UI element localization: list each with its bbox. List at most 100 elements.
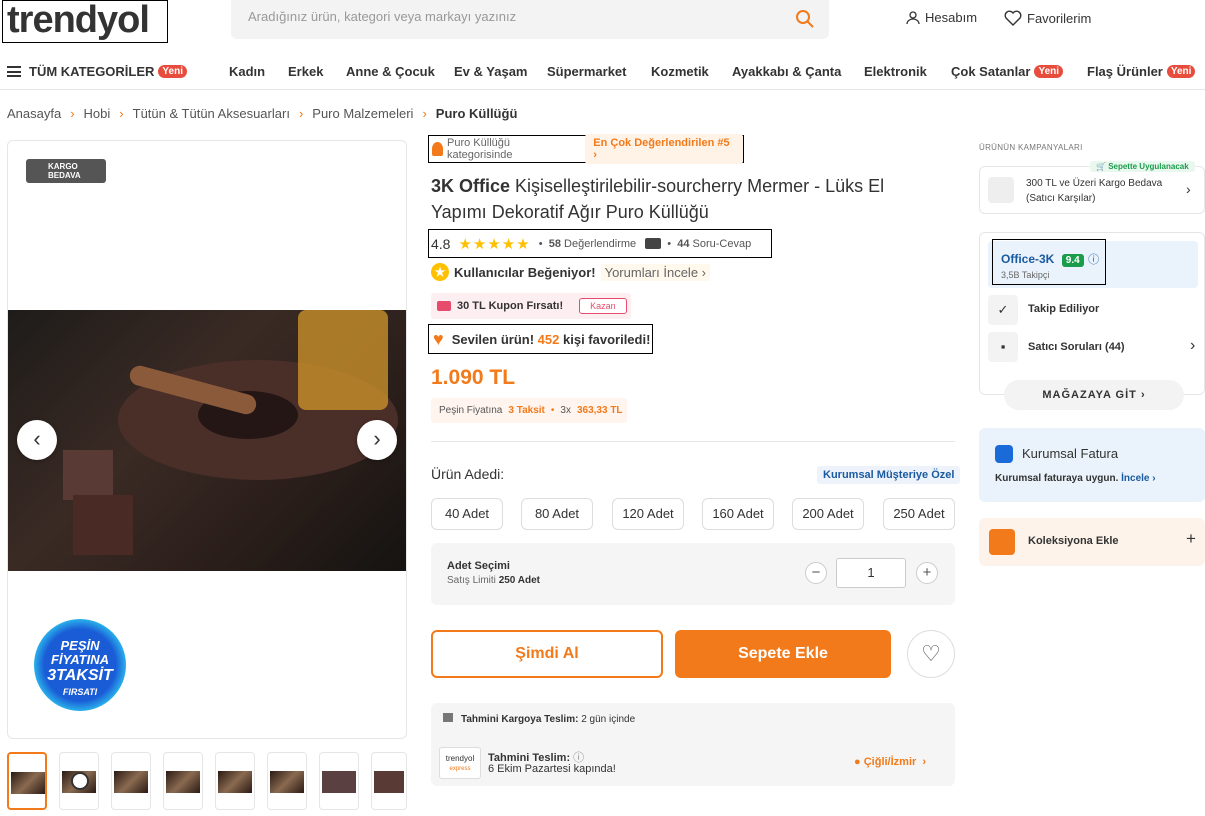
nav-item-ev-yasam[interactable]: Ev & Yaşam	[454, 64, 527, 79]
star-badge-icon: ★	[431, 263, 449, 281]
product-image[interactable]	[8, 310, 406, 571]
thumbnail[interactable]	[215, 752, 255, 810]
thumbnail-strip	[7, 752, 407, 810]
campaign-line: 3TAKSİT	[47, 667, 113, 684]
search-icon[interactable]	[795, 9, 815, 29]
prev-image-button[interactable]: ‹	[17, 420, 57, 460]
breadcrumb-item[interactable]: Anasayfa	[7, 106, 61, 121]
quantity-option[interactable]: 250 Adet	[883, 498, 955, 530]
breadcrumb-item[interactable]: Hobi	[84, 106, 111, 121]
category-rank: En Çok Değerlendirilen #5 ›	[585, 134, 743, 164]
product-price: 1.090 TL	[431, 366, 516, 389]
add-to-collection-card[interactable]: Koleksiyona Ekle +	[979, 518, 1205, 566]
cargo-value: 2 gün içinde	[581, 714, 636, 725]
brand-name[interactable]: 3K Office	[431, 176, 510, 196]
installment-label: Peşin Fiyatına	[439, 405, 503, 416]
rating-summary: 4.8 ★★★★★ • 58 Değerlendirme • 44 Soru-C…	[428, 229, 772, 258]
buy-now-button[interactable]: Şimdi Al	[431, 630, 663, 678]
thumbnail[interactable]	[7, 752, 47, 810]
thumbnail[interactable]	[267, 752, 307, 810]
orange-heart-icon: ♥	[433, 328, 444, 349]
seller-info[interactable]: Office-3K 9.4 ⓘ 3,5B Takipçi	[992, 239, 1106, 285]
new-badge: Yeni	[1166, 65, 1196, 78]
nav-item-anne-cocuk[interactable]: Anne & Çocuk	[346, 64, 435, 79]
sales-limit: Satış Limiti 250 Adet	[447, 575, 540, 586]
reviews-link[interactable]: Yorumları İncele ›	[600, 263, 711, 281]
installment-campaign-badge: PEŞİN FİYATINA 3TAKSİT FIRSATI	[34, 619, 126, 711]
claim-coupon-button[interactable]: Kazan	[579, 298, 627, 314]
free-shipping-badge: KARGO BEDAVA	[26, 159, 106, 183]
thumbnail[interactable]	[111, 752, 151, 810]
limit-value: 250 Adet	[498, 575, 541, 586]
rating-count[interactable]: 58	[549, 238, 561, 250]
box-icon	[988, 177, 1014, 203]
product-gallery: KARGO BEDAVA ‹ › PEŞİN FİYATINA 3TAKSİT F…	[7, 140, 407, 739]
nav-item-kadin[interactable]: Kadın	[229, 64, 265, 79]
all-categories-label: TÜM KATEGORİLER	[29, 64, 155, 79]
all-categories-menu[interactable]: TÜM KATEGORİLER Yeni	[7, 64, 187, 79]
top-header: trendyol Aradığınız ürün, kategori veya …	[0, 0, 1205, 54]
chevron-right-icon: ›	[422, 106, 427, 121]
nav-item-elektronik[interactable]: Elektronik	[864, 64, 927, 79]
search-input[interactable]: Aradığınız ürün, kategori veya markayı y…	[231, 0, 829, 39]
thumbnail[interactable]	[163, 752, 203, 810]
account-link[interactable]: Hesabım	[906, 10, 977, 25]
nav-item-erkek[interactable]: Erkek	[288, 64, 323, 79]
thumbnail-video[interactable]	[59, 752, 99, 810]
favorite-count-banner: ♥ Sevilen ürün! 452 kişi favoriledi!	[428, 324, 653, 354]
trendyol-logo[interactable]: trendyol	[2, 0, 168, 43]
campaign-line: FİYATINA	[50, 652, 109, 667]
thumbnail[interactable]	[319, 752, 359, 810]
follower-count: 3,5B Takipçi	[1001, 270, 1050, 280]
cigar-ashtray-image	[63, 310, 398, 555]
nav-item-flas-urunler[interactable]: Flaş Ürünler Yeni	[1087, 64, 1196, 79]
thumbnail[interactable]	[371, 752, 407, 810]
category-text: Puro Küllüğü kategorisinde	[447, 137, 513, 161]
go-to-store-button[interactable]: MAĞAZAYA GİT ›	[1004, 380, 1184, 410]
category-rank-banner[interactable]: Puro Küllüğü kategorisinde En Çok Değerl…	[428, 134, 744, 164]
badge-line: KARGO	[48, 162, 78, 171]
breadcrumb-item[interactable]: Tütün & Tütün Aksesuarları	[133, 106, 290, 121]
nav-item-ayakkabi-canta[interactable]: Ayakkabı & Çanta	[732, 64, 841, 79]
location-selector[interactable]: ● Çiğli/İzmir ›	[854, 756, 926, 768]
cargo-estimate: Tahmini Kargoya Teslim: 2 gün içinde	[443, 713, 635, 725]
favorites-link[interactable]: Favorilerim	[1004, 10, 1091, 26]
nav-item-cok-satanlar[interactable]: Çok Satanlar Yeni	[951, 64, 1064, 79]
breadcrumb: Anasayfa › Hobi › Tütün & Tütün Aksesuarla…	[7, 106, 517, 121]
quantity-option[interactable]: 40 Adet	[431, 498, 503, 530]
plus-icon[interactable]: +	[1186, 529, 1196, 549]
decrease-quantity-button[interactable]: −	[805, 562, 827, 584]
fav-count: 452	[537, 331, 560, 347]
add-to-cart-button[interactable]: Sepete Ekle	[675, 630, 891, 678]
quantity-option[interactable]: 80 Adet	[521, 498, 593, 530]
increase-quantity-button[interactable]: +	[916, 562, 938, 584]
hamburger-icon	[7, 66, 21, 77]
quantity-option[interactable]: 160 Adet	[702, 498, 774, 530]
corp-link[interactable]: İncele ›	[1121, 473, 1155, 484]
campaign-card[interactable]: 🛒 Sepette Uygulanacak 300 TL ve Üzeri Ka…	[979, 161, 1205, 214]
coupon-text: 30 TL Kupon Fırsatı!	[457, 300, 564, 312]
location-label: Çiğli/İzmir	[863, 756, 917, 768]
following-button[interactable]: Takip Ediliyor	[1028, 303, 1099, 315]
quantity-option[interactable]: 200 Adet	[792, 498, 864, 530]
nav-item-supermarket[interactable]: Süpermarket	[547, 64, 626, 79]
info-icon[interactable]: ⓘ	[1088, 254, 1099, 266]
fav-text: Sevilen ürün!	[451, 331, 535, 347]
rating-label[interactable]: Değerlendirme	[564, 238, 636, 250]
new-badge: Yeni	[1034, 65, 1064, 78]
seller-questions-link[interactable]: Satıcı Soruları (44)	[1028, 341, 1125, 353]
nav-item-kozmetik[interactable]: Kozmetik	[651, 64, 709, 79]
qa-label[interactable]: Soru-Cevap	[693, 238, 752, 250]
next-image-button[interactable]: ›	[357, 420, 397, 460]
chevron-right-icon: ›	[119, 106, 124, 121]
quantity-option[interactable]: 120 Adet	[612, 498, 684, 530]
campaign-text: 300 TL ve Üzeri Kargo Bedava (Satıcı Kar…	[1026, 178, 1163, 204]
seller-name[interactable]: Office-3K	[1001, 252, 1054, 266]
box-icon	[443, 713, 453, 722]
breadcrumb-item[interactable]: Puro Malzemeleri	[312, 106, 413, 121]
qa-count[interactable]: 44	[677, 238, 689, 250]
liked-banner[interactable]: ★ Kullanıcılar Beğeniyor! Yorumları İnce…	[431, 263, 711, 281]
quantity-input[interactable]: 1	[836, 558, 906, 588]
favorite-heart-button[interactable]: ♡	[907, 630, 955, 678]
corp-link-label: İncele	[1121, 473, 1150, 484]
